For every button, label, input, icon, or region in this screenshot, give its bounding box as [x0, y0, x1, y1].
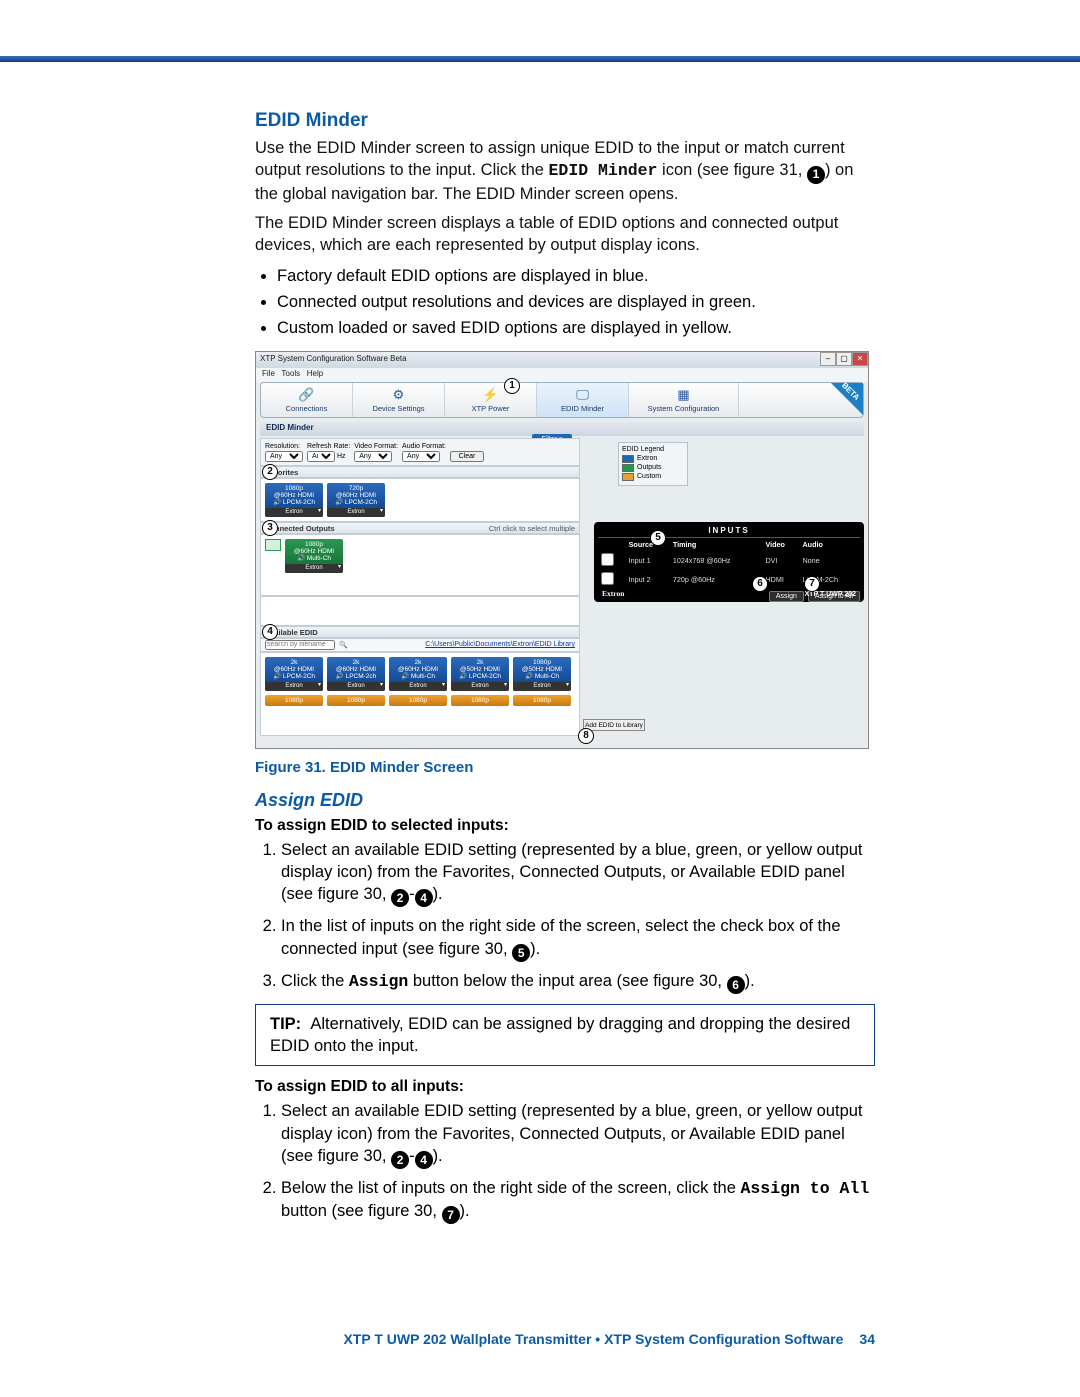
callout-5-icon: 5 — [512, 944, 530, 962]
edid-tile-fav-2[interactable]: 720p@60Hz HDMI🔊 LPCM-2ChExtron — [327, 483, 385, 517]
table-row[interactable]: Input 2720p @60HzHDMILPCM-2Ch — [598, 570, 860, 589]
filter-row: Resolution:Any Refresh Rate:Any Hz Video… — [260, 438, 580, 466]
available-edid-header: Available EDID — [260, 626, 580, 638]
bold-selected: To assign EDID to selected inputs: — [255, 817, 875, 835]
page-content: EDID Minder Use the EDID Minder screen t… — [255, 110, 875, 1234]
edid-tile-a7[interactable]: 1080p — [327, 695, 385, 706]
ss-window-title: XTP System Configuration Software Beta — [256, 352, 868, 368]
audiofmt-select[interactable]: Any — [402, 451, 440, 462]
steps-selected: Select an available EDID setting (repres… — [255, 839, 875, 994]
list-item: In the list of inputs on the right side … — [281, 915, 875, 961]
ss-left-panel: Resolution:Any Refresh Rate:Any Hz Video… — [260, 438, 580, 744]
refresh-select[interactable]: Any — [307, 451, 335, 462]
favorites-header: Favorites — [260, 466, 580, 478]
ss-menubar[interactable]: File Tools Help — [256, 368, 868, 382]
list-item: Click the Assign button below the input … — [281, 970, 875, 994]
bullets-colors: Factory default EDID options are display… — [277, 265, 875, 341]
resolution-select[interactable]: Any — [265, 451, 303, 462]
edid-tile-conn-1[interactable]: 1080p@60Hz HDMI🔊 Multi-ChExtron — [285, 539, 343, 573]
edid-tile-a3[interactable]: 2k@60Hz HDMI🔊 Multi-ChExtron — [389, 657, 447, 691]
edid-tile-a6[interactable]: 1080p — [265, 695, 323, 706]
callout-4-icon: 4 — [415, 889, 433, 907]
connected-outputs-header: Connected OutputsCtrl click to select mu… — [260, 522, 580, 534]
intro-paragraph-1: Use the EDID Minder screen to assign uni… — [255, 138, 875, 205]
edid-library-link[interactable]: C:\Users\Public\Documents\Extron\EDID Li… — [425, 641, 575, 648]
avail-search-row: 🔍 C:\Users\Public\Documents\Extron\EDID … — [260, 638, 580, 652]
callout-1-icon: 1 — [807, 166, 825, 184]
favorites-area: 1080p@60Hz HDMI🔊 LPCM-2ChExtron 720p@60H… — [260, 478, 580, 522]
legend-swatch-custom — [622, 473, 634, 481]
page-footer: XTP T UWP 202 Wallplate Transmitter • XT… — [255, 1331, 875, 1347]
close-icon[interactable]: ✕ — [852, 352, 868, 366]
tip-box: TIP: Alternatively, EDID can be assigned… — [255, 1004, 875, 1067]
assign-button[interactable]: Assign — [769, 591, 804, 602]
figure-caption: Figure 31. EDID Minder Screen — [255, 759, 875, 776]
bold-all: To assign EDID to all inputs: — [255, 1078, 875, 1096]
search-input[interactable] — [265, 640, 335, 650]
spacer — [260, 596, 580, 626]
clear-button[interactable]: Clear — [450, 451, 484, 462]
ss-window-buttons: – ▢ ✕ — [820, 352, 868, 366]
bullet-green: Connected output resolutions and devices… — [277, 291, 875, 315]
toolbar-edid-minder[interactable]: 🖵EDID Minder — [537, 383, 629, 417]
model-label: XTP T UWP 202 — [805, 591, 856, 598]
inputs-panel: INPUTS SourceTimingVideoAudio Input 1102… — [594, 522, 864, 602]
list-item: Select an available EDID setting (repres… — [281, 1100, 875, 1169]
edid-tile-a5[interactable]: 1080p@50Hz HDMI🔊 Multi-ChExtron — [513, 657, 571, 691]
code-assign-all: Assign to All — [741, 1179, 870, 1198]
legend-swatch-outputs — [622, 464, 634, 472]
inputs-panel-title: INPUTS — [598, 526, 860, 538]
bullet-blue: Factory default EDID options are display… — [277, 265, 875, 289]
steps-all: Select an available EDID setting (repres… — [255, 1100, 875, 1224]
add-edid-button[interactable]: Add EDID to Library — [583, 719, 645, 731]
callout-6-icon: 6 — [727, 976, 745, 994]
intro-paragraph-2: The EDID Minder screen displays a table … — [255, 213, 875, 257]
toolbar-system-config[interactable]: ▦System Configuration — [629, 383, 739, 417]
edid-tile-a1[interactable]: 2k@60Hz HDMI🔊 LPCM-2ChExtron — [265, 657, 323, 691]
screenshot-edid-minder: XTP System Configuration Software Beta –… — [255, 351, 869, 749]
edid-tile-a4[interactable]: 2k@50Hz HDMI🔊 LPCM-2ChExtron — [451, 657, 509, 691]
minimize-icon[interactable]: – — [820, 352, 836, 366]
code-edid-minder: EDID Minder — [549, 161, 658, 180]
subheading-assign-edid: Assign EDID — [255, 790, 875, 811]
code-assign: Assign — [349, 972, 408, 991]
edid-tile-a9[interactable]: 1080p — [451, 695, 509, 706]
bullet-yellow: Custom loaded or saved EDID options are … — [277, 317, 875, 341]
available-edid-area: 2k@60Hz HDMI🔊 LPCM-2ChExtron 2k@60Hz HDM… — [260, 652, 580, 736]
ss-toolbar: 🔗Connections ⚙Device Settings ⚡XTP Power… — [260, 382, 864, 418]
brand-label: Extron — [602, 589, 624, 598]
maximize-icon[interactable]: ▢ — [836, 352, 852, 366]
callout-2-icon: 2 — [391, 889, 409, 907]
input1-checkbox[interactable] — [601, 553, 614, 566]
callout-7-icon: 7 — [442, 1206, 460, 1224]
toolbar-connections[interactable]: 🔗Connections — [261, 383, 353, 417]
callout-4b-icon: 4 — [415, 1151, 433, 1169]
edid-tile-a2[interactable]: 2k@60Hz HDMI🔊 LPCM-2chExtron — [327, 657, 385, 691]
edid-tile-fav-1[interactable]: 1080p@60Hz HDMI🔊 LPCM-2ChExtron — [265, 483, 323, 517]
toolbar-device-settings[interactable]: ⚙Device Settings — [353, 383, 445, 417]
list-item: Below the list of inputs on the right si… — [281, 1177, 875, 1224]
inputs-table: SourceTimingVideoAudio Input 11024x768 @… — [598, 538, 860, 589]
monitor-icon[interactable] — [265, 539, 281, 551]
header-rule — [0, 56, 1080, 62]
section-heading-edid-minder: EDID Minder — [255, 110, 875, 132]
edid-legend: EDID Legend Extron Outputs Custom — [618, 442, 688, 486]
edid-tile-a10[interactable]: 1080p — [513, 695, 571, 706]
connected-outputs-area: 1080p@60Hz HDMI🔊 Multi-ChExtron — [260, 534, 580, 596]
input2-checkbox[interactable] — [601, 572, 614, 585]
toolbar-xtp-power[interactable]: ⚡XTP Power — [445, 383, 537, 417]
table-row[interactable]: Input 11024x768 @60HzDVINone — [598, 551, 860, 570]
search-icon[interactable]: 🔍 — [339, 641, 348, 649]
callout-2b-icon: 2 — [391, 1151, 409, 1169]
edid-tile-a8[interactable]: 1080p — [389, 695, 447, 706]
legend-swatch-extron — [622, 455, 634, 463]
list-item: Select an available EDID setting (repres… — [281, 839, 875, 908]
videofmt-select[interactable]: Any — [354, 451, 392, 462]
